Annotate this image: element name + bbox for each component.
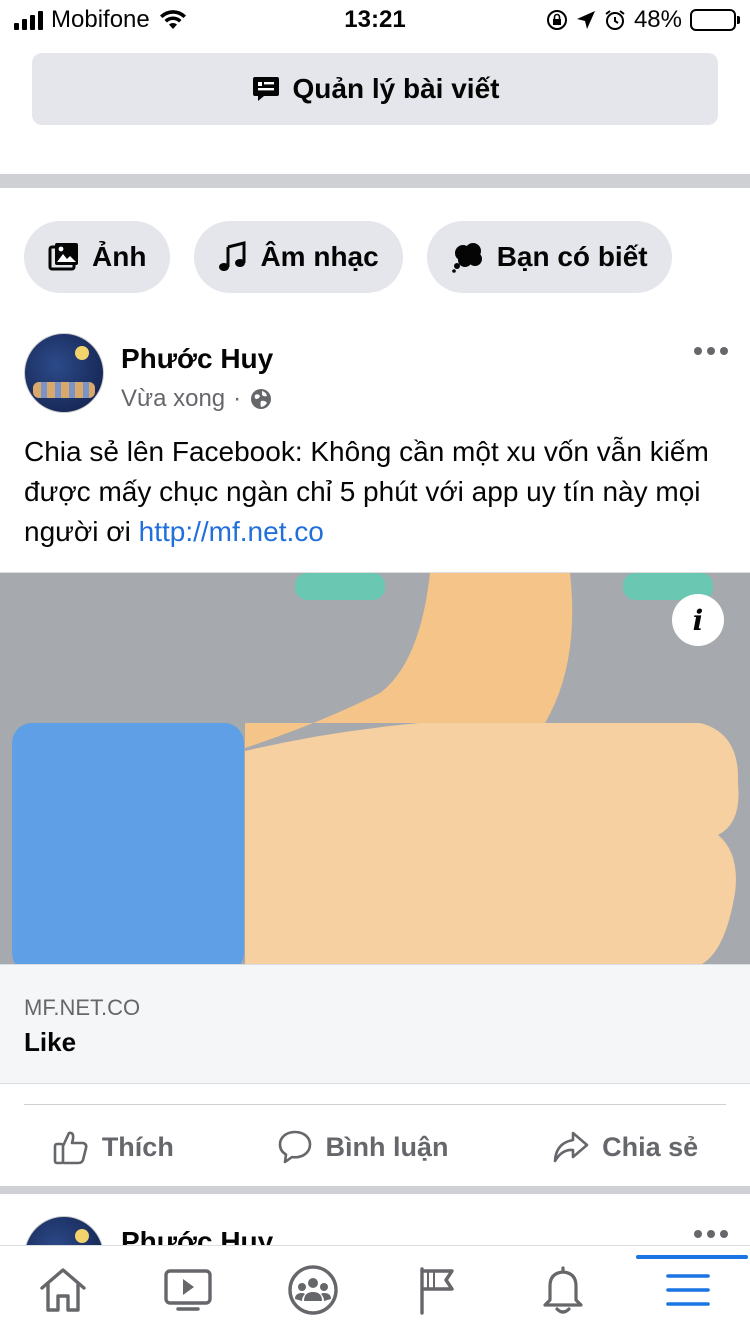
like-button[interactable]: Thích <box>52 1128 174 1166</box>
tab-notifications[interactable] <box>523 1255 603 1325</box>
post-body: Chia sẻ lên Facebook: Không cần một xu v… <box>24 436 709 547</box>
chip-photo-label: Ảnh <box>92 241 147 272</box>
like-label: Thích <box>101 1131 174 1162</box>
tab-menu[interactable] <box>635 1255 748 1325</box>
tab-bar <box>0 1245 750 1334</box>
share-button[interactable]: Chia sẻ <box>552 1129 698 1165</box>
post-actions: Thích Bình luận Chia sẻ <box>0 1114 750 1180</box>
pages-flag-icon <box>419 1267 454 1315</box>
chip-music[interactable]: Âm nhạc <box>194 221 403 293</box>
orientation-lock-icon <box>546 10 567 30</box>
post-meta: Vừa xong · <box>121 385 273 413</box>
meta-separator: · <box>233 385 242 412</box>
link-title: Like <box>24 1027 77 1057</box>
photo-icon <box>48 243 78 271</box>
home-icon <box>39 1268 86 1312</box>
status-right: 48% <box>546 6 740 34</box>
post-divider <box>0 1186 750 1194</box>
avatar[interactable] <box>24 333 104 413</box>
next-post-avatar[interactable] <box>24 1216 104 1246</box>
battery-icon <box>690 9 740 31</box>
manage-posts-icon <box>252 77 279 101</box>
manage-posts-label: Quản lý bài viết <box>292 73 500 104</box>
manage-posts-button[interactable]: Quản lý bài viết <box>32 53 718 125</box>
post-author[interactable]: Phước Huy <box>121 343 273 375</box>
notifications-bell-icon <box>542 1266 583 1314</box>
tab-groups[interactable] <box>273 1255 353 1325</box>
ad-info-button[interactable]: i <box>672 594 724 646</box>
location-arrow-icon <box>576 11 595 29</box>
groups-icon <box>287 1265 338 1315</box>
chip-music-label: Âm nhạc <box>260 241 379 272</box>
info-icon: i <box>692 603 704 637</box>
thumbs-up-icon <box>53 1131 88 1165</box>
tab-pages[interactable] <box>398 1255 478 1325</box>
thumbs-up-illustration <box>12 573 739 964</box>
thought-bubble-icon <box>451 243 482 273</box>
link-preview-info[interactable]: MF.NET.CO Like <box>0 964 750 1084</box>
avatar-illustration <box>33 382 95 398</box>
share-label: Chia sẻ <box>602 1131 699 1162</box>
actions-divider <box>24 1104 726 1105</box>
menu-icon <box>665 1274 710 1306</box>
avatar-moon <box>75 1229 89 1243</box>
post-header: Phước Huy Vừa xong · <box>24 333 734 413</box>
post-type-chips: Ảnh Âm nhạc Bạn có biết <box>24 221 672 293</box>
post-link[interactable]: http://mf.net.co <box>139 516 324 547</box>
post-text: Chia sẻ lên Facebook: Không cần một xu v… <box>24 432 734 552</box>
tab-video[interactable] <box>148 1255 228 1325</box>
next-post-author[interactable]: Phước Huy <box>121 1226 273 1246</box>
share-arrow-icon <box>553 1131 589 1163</box>
tab-home[interactable] <box>23 1255 103 1325</box>
next-post-more-options[interactable] <box>694 1230 728 1238</box>
avatar-moon <box>75 346 89 360</box>
comment-button[interactable]: Bình luận <box>277 1129 448 1165</box>
alarm-icon <box>605 10 625 30</box>
status-bar: Mobifone 13:21 48% <box>0 0 750 40</box>
link-preview-image[interactable] <box>0 572 750 964</box>
section-divider <box>0 174 750 188</box>
comment-icon <box>279 1130 312 1164</box>
comment-label: Bình luận <box>325 1131 449 1162</box>
post-time[interactable]: Vừa xong <box>121 385 225 413</box>
chip-did-you-know-label: Bạn có biết <box>496 241 648 272</box>
link-domain: MF.NET.CO <box>24 995 141 1020</box>
chip-photo[interactable]: Ảnh <box>24 221 171 293</box>
next-post-peek: Phước Huy <box>24 1216 734 1246</box>
post-more-options[interactable] <box>694 347 728 355</box>
chip-did-you-know[interactable]: Bạn có biết <box>426 221 672 293</box>
video-icon <box>163 1269 212 1311</box>
music-note-icon <box>219 241 246 271</box>
globe-icon <box>251 389 272 409</box>
battery-percent: 48% <box>633 6 682 33</box>
